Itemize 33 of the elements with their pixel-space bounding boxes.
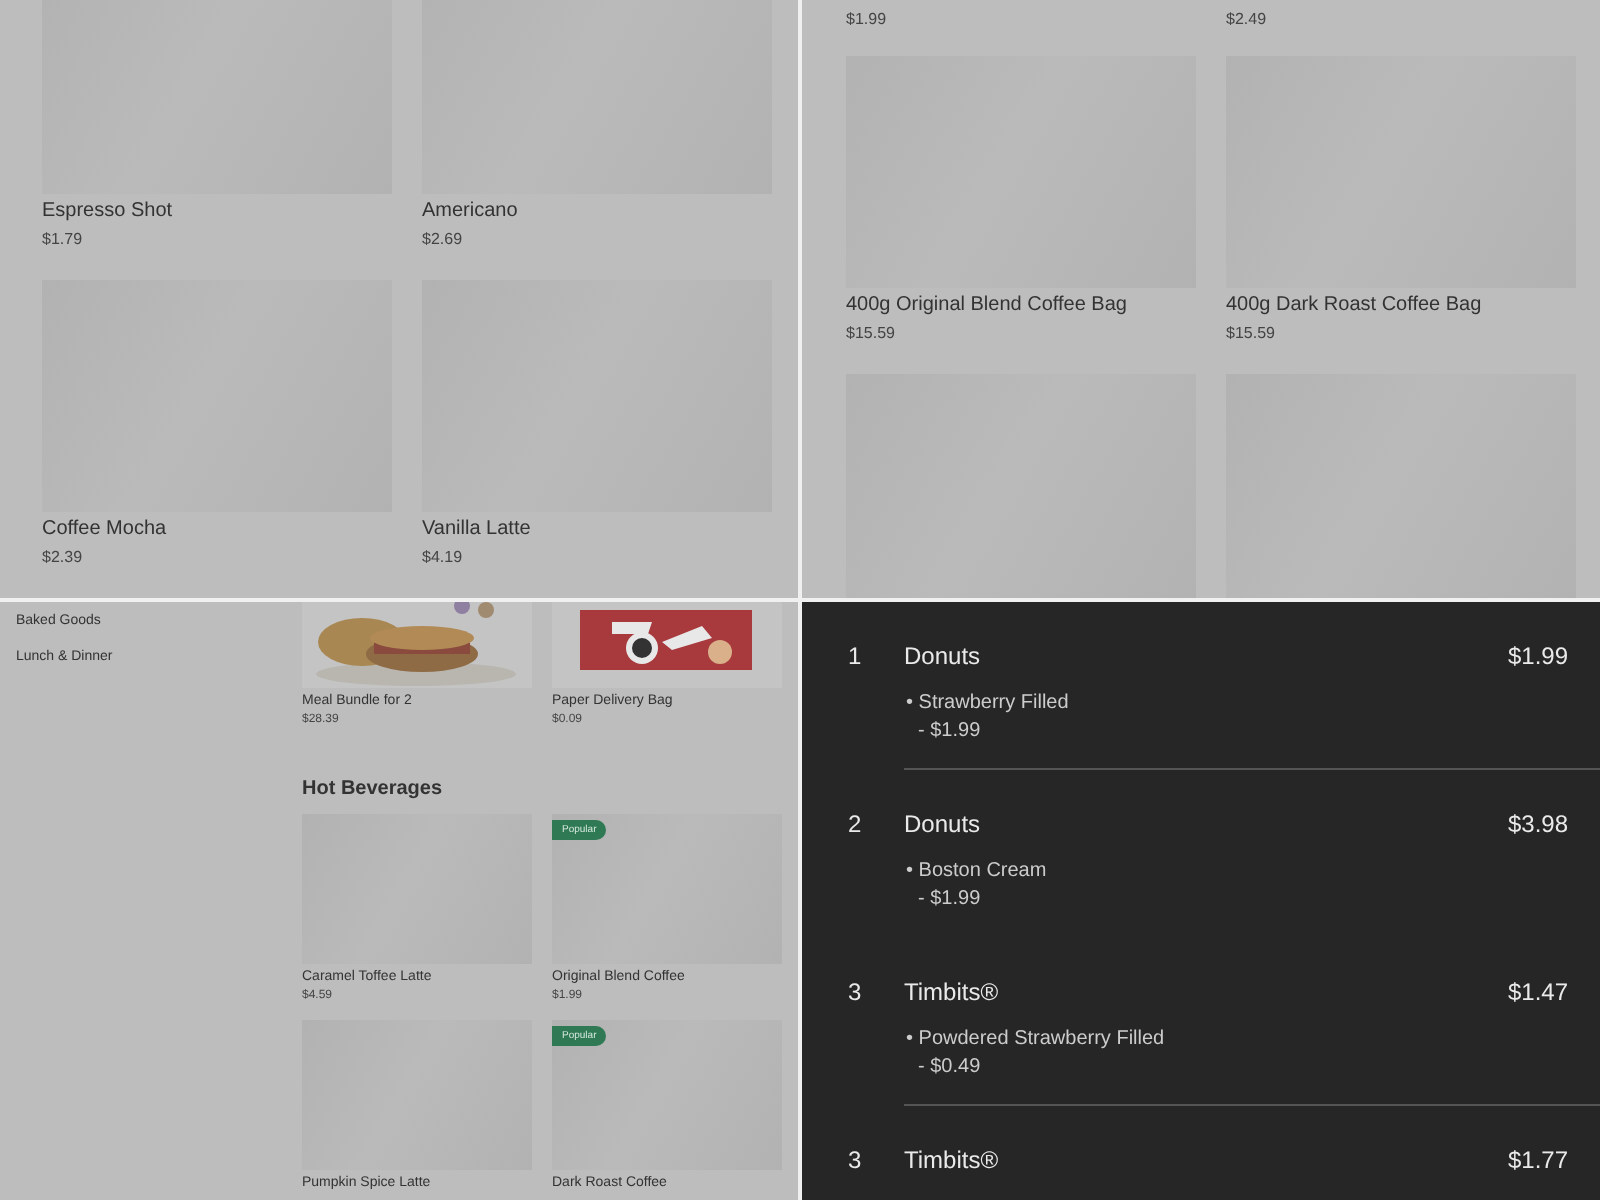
- item-price: $2.49: [1226, 8, 1269, 32]
- item-price: $15.59: [846, 322, 897, 346]
- order-item-price: $1.77: [1507, 1146, 1568, 1174]
- order-item-price: $1.99: [1507, 642, 1568, 670]
- item-price: $1.79: [42, 228, 85, 252]
- item-option: • Powdered Strawberry Filled: [906, 1028, 1568, 1050]
- quantity: 3: [848, 978, 864, 1006]
- item-price: $2.39: [42, 546, 85, 570]
- item-price: $4.19: [422, 546, 465, 570]
- order-item-name: Timbits®: [904, 978, 1001, 1006]
- quantity: 1: [848, 642, 864, 670]
- order-item-price: $1.47: [1507, 978, 1568, 1006]
- item-option: • Boston Cream: [906, 860, 1568, 882]
- item-price: $15.59: [1226, 322, 1277, 346]
- item-name[interactable]: Coffee Mocha: [42, 516, 392, 544]
- option-price: - $1.99: [918, 720, 983, 742]
- item-name[interactable]: 400g Original Blend Coffee Bag: [846, 292, 1196, 320]
- item-name[interactable]: 400g Dark Roast Coffee Bag: [1226, 292, 1576, 320]
- item-price: $2.69: [422, 228, 465, 252]
- item-option: • Strawberry Filled: [906, 692, 1568, 714]
- order-item-name: Timbits®: [904, 1146, 1001, 1174]
- option-price: - $0.49: [918, 1056, 983, 1078]
- section-heading: Hot Beverages: [302, 778, 445, 800]
- order-item-name: Donuts: [904, 642, 983, 670]
- option-price: - $1.99: [918, 888, 983, 910]
- order-item-name: Donuts: [904, 810, 983, 838]
- quantity: 2: [848, 810, 864, 838]
- item-name[interactable]: Espresso Shot: [42, 198, 392, 226]
- order-item-price: $3.98: [1507, 810, 1568, 838]
- item-name[interactable]: Vanilla Latte: [422, 516, 772, 544]
- item-name[interactable]: Americano: [422, 198, 772, 226]
- quantity: 3: [848, 1146, 864, 1174]
- item-price: $1.99: [846, 8, 889, 32]
